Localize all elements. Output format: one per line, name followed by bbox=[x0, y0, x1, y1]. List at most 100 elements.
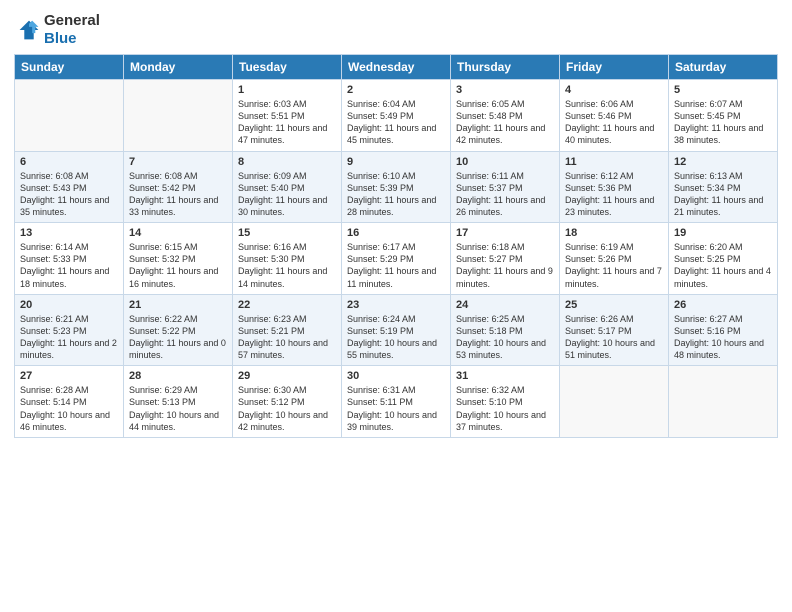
day-cell: 10Sunrise: 6:11 AM Sunset: 5:37 PM Dayli… bbox=[451, 151, 560, 223]
day-info: Sunrise: 6:12 AM Sunset: 5:36 PM Dayligh… bbox=[565, 170, 663, 219]
day-number: 3 bbox=[456, 84, 554, 96]
day-cell: 21 Sunrise: 6:22 AM Sunset: 5:22 PM Dayli… bbox=[124, 294, 233, 366]
day-info: Sunrise: 6:14 AM Sunset: 5:33 PM Dayligh… bbox=[20, 241, 118, 290]
day-cell: 11 Sunrise: 6:12 AM Sunset: 5:36 PM Dayli… bbox=[560, 151, 669, 223]
day-info: Sunrise: 6:32 AM Sunset: 5:10 PM Dayligh… bbox=[456, 384, 554, 433]
day-info: Sunrise: 6:19 AM Sunset: 5:26 PM Dayligh… bbox=[565, 241, 663, 290]
day-number: 8 bbox=[238, 156, 336, 168]
weekday-header-row: SundayMondayTuesdayWednesdayThursdayFrid… bbox=[15, 55, 778, 80]
day-number: 18 bbox=[565, 227, 663, 239]
day-info: Sunrise: 6:29 AM Sunset: 5:13 PM Dayligh… bbox=[129, 384, 227, 433]
day-info: Sunrise: 6:21 AM Sunset: 5:23 PM Dayligh… bbox=[20, 313, 118, 362]
day-info: Sunrise: 6:05 AM Sunset: 5:48 PM Dayligh… bbox=[456, 98, 554, 147]
day-cell: 16 Sunrise: 6:17 AM Sunset: 5:29 PM Dayli… bbox=[342, 223, 451, 295]
day-info: Sunrise: 6:08 AM Sunset: 5:43 PM Dayligh… bbox=[20, 170, 118, 219]
day-cell: 15 Sunrise: 6:16 AM Sunset: 5:30 PM Dayli… bbox=[233, 223, 342, 295]
day-number: 12 bbox=[674, 156, 772, 168]
day-number: 17 bbox=[456, 227, 554, 239]
day-number: 14 bbox=[129, 227, 227, 239]
day-info: Sunrise: 6:24 AM Sunset: 5:19 PM Dayligh… bbox=[347, 313, 445, 362]
day-number: 22 bbox=[238, 299, 336, 311]
day-number: 2 bbox=[347, 84, 445, 96]
day-cell: 30 Sunrise: 6:31 AM Sunset: 5:11 PM Dayli… bbox=[342, 366, 451, 438]
day-info: Sunrise: 6:15 AM Sunset: 5:32 PM Dayligh… bbox=[129, 241, 227, 290]
day-number: 19 bbox=[674, 227, 772, 239]
day-info: Sunrise: 6:25 AM Sunset: 5:18 PM Dayligh… bbox=[456, 313, 554, 362]
day-info: Sunrise: 6:04 AM Sunset: 5:49 PM Dayligh… bbox=[347, 98, 445, 147]
day-number: 20 bbox=[20, 299, 118, 311]
weekday-wednesday: Wednesday bbox=[342, 55, 451, 80]
week-row-4: 20 Sunrise: 6:21 AM Sunset: 5:23 PM Dayli… bbox=[15, 294, 778, 366]
day-number: 11 bbox=[565, 156, 663, 168]
day-cell: 3 Sunrise: 6:05 AM Sunset: 5:48 PM Daylig… bbox=[451, 80, 560, 152]
day-info: Sunrise: 6:06 AM Sunset: 5:46 PM Dayligh… bbox=[565, 98, 663, 147]
day-info: Sunrise: 6:20 AM Sunset: 5:25 PM Dayligh… bbox=[674, 241, 772, 290]
day-number: 24 bbox=[456, 299, 554, 311]
day-cell bbox=[15, 80, 124, 152]
day-info: Sunrise: 6:18 AM Sunset: 5:27 PM Dayligh… bbox=[456, 241, 554, 290]
day-cell: 24 Sunrise: 6:25 AM Sunset: 5:18 PM Dayli… bbox=[451, 294, 560, 366]
day-number: 25 bbox=[565, 299, 663, 311]
weekday-friday: Friday bbox=[560, 55, 669, 80]
week-row-3: 13 Sunrise: 6:14 AM Sunset: 5:33 PM Dayli… bbox=[15, 223, 778, 295]
day-number: 26 bbox=[674, 299, 772, 311]
logo-icon bbox=[18, 19, 40, 41]
day-cell: 27 Sunrise: 6:28 AM Sunset: 5:14 PM Dayli… bbox=[15, 366, 124, 438]
weekday-saturday: Saturday bbox=[669, 55, 778, 80]
day-info: Sunrise: 6:13 AM Sunset: 5:34 PM Dayligh… bbox=[674, 170, 772, 219]
logo-general-text: General bbox=[44, 12, 100, 29]
week-row-1: 1Sunrise: 6:03 AM Sunset: 5:51 PM Daylig… bbox=[15, 80, 778, 152]
day-number: 30 bbox=[347, 370, 445, 382]
day-number: 21 bbox=[129, 299, 227, 311]
day-cell: 18 Sunrise: 6:19 AM Sunset: 5:26 PM Dayli… bbox=[560, 223, 669, 295]
week-row-2: 6 Sunrise: 6:08 AM Sunset: 5:43 PM Daylig… bbox=[15, 151, 778, 223]
day-info: Sunrise: 6:09 AM Sunset: 5:40 PM Dayligh… bbox=[238, 170, 336, 219]
day-number: 10 bbox=[456, 156, 554, 168]
day-cell: 25 Sunrise: 6:26 AM Sunset: 5:17 PM Dayli… bbox=[560, 294, 669, 366]
day-info: Sunrise: 6:31 AM Sunset: 5:11 PM Dayligh… bbox=[347, 384, 445, 433]
day-cell: 6 Sunrise: 6:08 AM Sunset: 5:43 PM Daylig… bbox=[15, 151, 124, 223]
day-info: Sunrise: 6:22 AM Sunset: 5:22 PM Dayligh… bbox=[129, 313, 227, 362]
day-number: 7 bbox=[129, 156, 227, 168]
day-cell: 17 Sunrise: 6:18 AM Sunset: 5:27 PM Dayli… bbox=[451, 223, 560, 295]
header: General Blue bbox=[0, 0, 792, 54]
day-cell: 14 Sunrise: 6:15 AM Sunset: 5:32 PM Dayli… bbox=[124, 223, 233, 295]
page: { "header": { "logo_general": "General",… bbox=[0, 0, 792, 612]
day-cell: 29Sunrise: 6:30 AM Sunset: 5:12 PM Dayli… bbox=[233, 366, 342, 438]
day-info: Sunrise: 6:10 AM Sunset: 5:39 PM Dayligh… bbox=[347, 170, 445, 219]
day-number: 15 bbox=[238, 227, 336, 239]
day-cell: 20 Sunrise: 6:21 AM Sunset: 5:23 PM Dayli… bbox=[15, 294, 124, 366]
day-info: Sunrise: 6:16 AM Sunset: 5:30 PM Dayligh… bbox=[238, 241, 336, 290]
day-number: 27 bbox=[20, 370, 118, 382]
day-cell: 2 Sunrise: 6:04 AM Sunset: 5:49 PM Daylig… bbox=[342, 80, 451, 152]
day-cell: 5Sunrise: 6:07 AM Sunset: 5:45 PM Daylig… bbox=[669, 80, 778, 152]
day-cell: 22Sunrise: 6:23 AM Sunset: 5:21 PM Dayli… bbox=[233, 294, 342, 366]
weekday-sunday: Sunday bbox=[15, 55, 124, 80]
day-number: 13 bbox=[20, 227, 118, 239]
day-cell: 26Sunrise: 6:27 AM Sunset: 5:16 PM Dayli… bbox=[669, 294, 778, 366]
day-cell: 7Sunrise: 6:08 AM Sunset: 5:42 PM Daylig… bbox=[124, 151, 233, 223]
day-cell: 12 Sunrise: 6:13 AM Sunset: 5:34 PM Dayli… bbox=[669, 151, 778, 223]
weekday-tuesday: Tuesday bbox=[233, 55, 342, 80]
day-info: Sunrise: 6:26 AM Sunset: 5:17 PM Dayligh… bbox=[565, 313, 663, 362]
day-cell: 4 Sunrise: 6:06 AM Sunset: 5:46 PM Daylig… bbox=[560, 80, 669, 152]
day-info: Sunrise: 6:07 AM Sunset: 5:45 PM Dayligh… bbox=[674, 98, 772, 147]
day-number: 29 bbox=[238, 370, 336, 382]
calendar-table: SundayMondayTuesdayWednesdayThursdayFrid… bbox=[14, 54, 778, 438]
day-cell bbox=[669, 366, 778, 438]
day-info: Sunrise: 6:28 AM Sunset: 5:14 PM Dayligh… bbox=[20, 384, 118, 433]
weekday-monday: Monday bbox=[124, 55, 233, 80]
day-cell bbox=[124, 80, 233, 152]
day-number: 16 bbox=[347, 227, 445, 239]
day-info: Sunrise: 6:17 AM Sunset: 5:29 PM Dayligh… bbox=[347, 241, 445, 290]
day-number: 28 bbox=[129, 370, 227, 382]
day-cell: 9Sunrise: 6:10 AM Sunset: 5:39 PM Daylig… bbox=[342, 151, 451, 223]
day-cell: 13 Sunrise: 6:14 AM Sunset: 5:33 PM Dayli… bbox=[15, 223, 124, 295]
logo: General Blue bbox=[18, 12, 100, 48]
day-number: 4 bbox=[565, 84, 663, 96]
day-cell: 31 Sunrise: 6:32 AM Sunset: 5:10 PM Dayli… bbox=[451, 366, 560, 438]
day-number: 31 bbox=[456, 370, 554, 382]
day-cell: 1Sunrise: 6:03 AM Sunset: 5:51 PM Daylig… bbox=[233, 80, 342, 152]
day-number: 6 bbox=[20, 156, 118, 168]
logo-blue-text: Blue bbox=[44, 30, 77, 47]
